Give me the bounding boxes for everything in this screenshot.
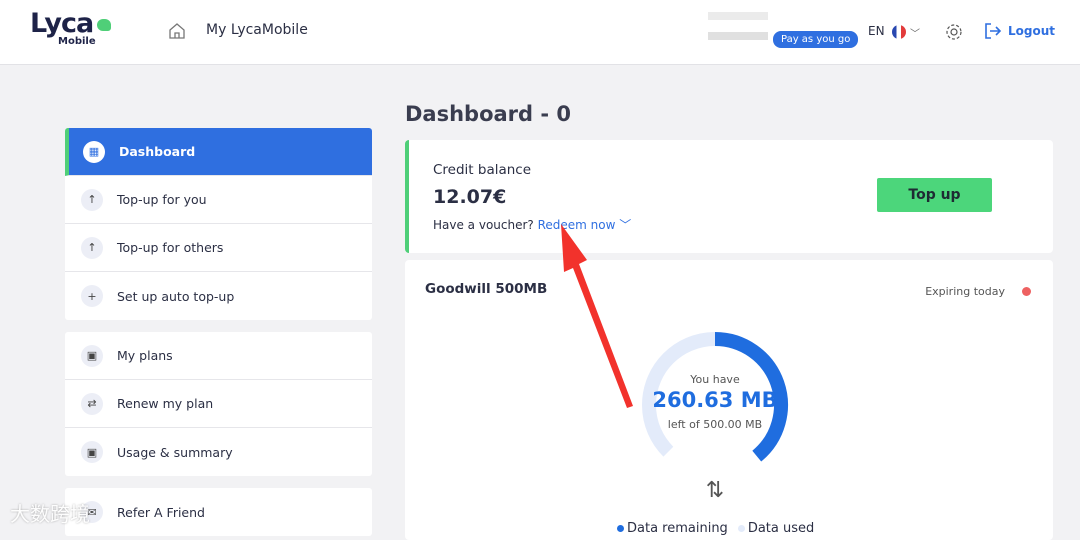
sidebar-item-refer-a-friend[interactable]: ✉ Refer A Friend: [65, 488, 372, 536]
sidebar-item-my-plans[interactable]: ▣ My plans: [65, 332, 372, 380]
plus-circle-icon: +: [81, 285, 103, 307]
total-label: left of 500.00 MB: [667, 418, 763, 431]
logout-label: Logout: [1008, 24, 1056, 38]
plan-badge: Pay as you go: [773, 31, 859, 48]
arrow-up-circle-icon: ↑: [81, 188, 103, 211]
annotation-arrow: [561, 224, 633, 408]
chevron-down-icon[interactable]: ﹀: [910, 25, 920, 40]
legend-used: Data used: [737, 521, 814, 536]
gear-icon[interactable]: [944, 22, 964, 42]
top-up-button[interactable]: Top up: [877, 178, 992, 212]
heart-icon: [97, 19, 111, 31]
sidebar-group-refer: ✉ Refer A Friend: [65, 488, 372, 536]
logo-subtext: Mobile: [58, 36, 96, 47]
sidebar-group-topup: ▦ Dashboard ↑ Top-up for you ↑ Top-up for oth…: [65, 128, 372, 320]
user-name-redacted: [708, 12, 768, 20]
watermark: 大数跨境: [10, 502, 90, 526]
sidebar-item-label: Set up auto top-up: [117, 288, 235, 304]
gauge-legend: Data remaining Data used: [617, 521, 814, 536]
sidebar-item-set-up-auto-top-up[interactable]: + Set up auto top-up: [65, 272, 372, 320]
sidebar-group-plans: ▣ My plans ⇄ Renew my plan ▣ Usage & summary: [65, 332, 372, 476]
you-have-label: You have: [690, 373, 740, 386]
sidebar-item-renew-my-plan[interactable]: ⇄ Renew my plan: [65, 380, 372, 428]
plan-card: Goodwill 500MB Expiring today You have 2…: [405, 260, 1053, 540]
sidebar-item-top-up-for-others[interactable]: ↑ Top-up for others: [65, 224, 372, 272]
header: Lyca Mobile My LycaMobile Pay as you go …: [0, 0, 1080, 65]
voucher-text: Have a voucher?: [433, 218, 534, 232]
sidebar-item-label: Top-up for others: [117, 240, 224, 255]
logo-text: Lyca: [30, 8, 94, 39]
sidebar-item-label: My plans: [117, 348, 173, 363]
france-flag-icon[interactable]: [892, 25, 906, 39]
plan-icon: ▣: [81, 344, 103, 367]
sidebar-item-top-up-for-you[interactable]: ↑ Top-up for you: [65, 176, 372, 224]
credit-balance-card: Credit balance 12.07€ Have a voucher? Re…: [405, 140, 1053, 253]
sidebar-item-label: Renew my plan: [117, 396, 214, 411]
language-selector[interactable]: EN: [868, 24, 885, 38]
sidebar-item-dashboard[interactable]: ▦ Dashboard: [65, 128, 372, 176]
credit-label: Credit balance: [433, 162, 532, 178]
status-dot: [1022, 287, 1031, 296]
sidebar-item-label: Top-up for you: [117, 192, 207, 207]
legend-remaining: Data remaining: [617, 521, 728, 536]
plan-name: Goodwill 500MB: [425, 281, 548, 297]
brand-link[interactable]: My LycaMobile: [206, 22, 308, 38]
up-down-arrows-icon: ⇅: [705, 478, 725, 503]
sidebar-item-label: Dashboard: [119, 144, 196, 159]
sidebar-item-label: Usage & summary: [117, 444, 233, 460]
plan-icon: ▣: [81, 441, 103, 463]
sidebar-item-usage-summary[interactable]: ▣ Usage & summary: [65, 428, 372, 476]
logout-button[interactable]: Logout: [984, 22, 1055, 40]
credit-value: 12.07€: [433, 186, 507, 208]
home-icon[interactable]: [168, 22, 186, 40]
grid-icon: ▦: [83, 140, 105, 163]
user-number-redacted: [708, 32, 768, 40]
page-title: Dashboard - 0: [405, 102, 572, 126]
plan-status: Expiring today: [925, 285, 1005, 298]
renew-icon: ⇄: [81, 392, 103, 415]
arrow-up-circle-icon: ↑: [81, 236, 103, 259]
remaining-value: 260.63 MB: [652, 388, 778, 412]
sidebar-item-label: Refer A Friend: [117, 504, 205, 520]
logout-icon: [985, 23, 1002, 39]
lycamobile-logo[interactable]: Lyca Mobile: [30, 8, 111, 47]
